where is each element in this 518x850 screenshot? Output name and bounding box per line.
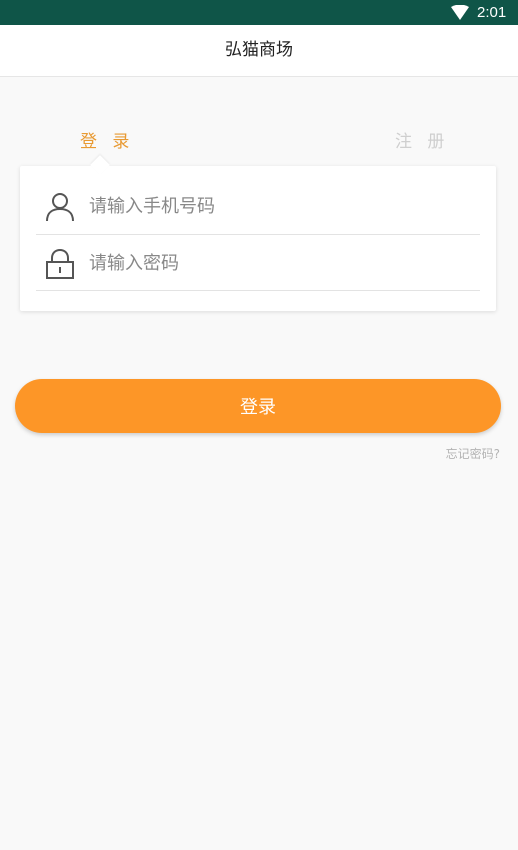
tab-login[interactable]: 登 录 [80,131,134,153]
password-input[interactable] [89,248,469,278]
forgot-password-link[interactable]: 忘记密码? [446,446,500,462]
password-field [36,236,480,291]
phone-input[interactable] [89,191,469,221]
app-header: 弘猫商场 [0,25,518,77]
page-title: 弘猫商场 [225,40,293,60]
phone-field [36,179,480,235]
status-bar: 2:01 [0,0,518,25]
login-button[interactable]: 登录 [15,379,501,433]
wifi-icon [451,5,469,20]
login-form-card [20,166,496,311]
status-time: 2:01 [477,4,507,21]
lock-icon [46,248,74,279]
tab-register[interactable]: 注 册 [395,131,449,153]
user-icon [46,193,74,222]
